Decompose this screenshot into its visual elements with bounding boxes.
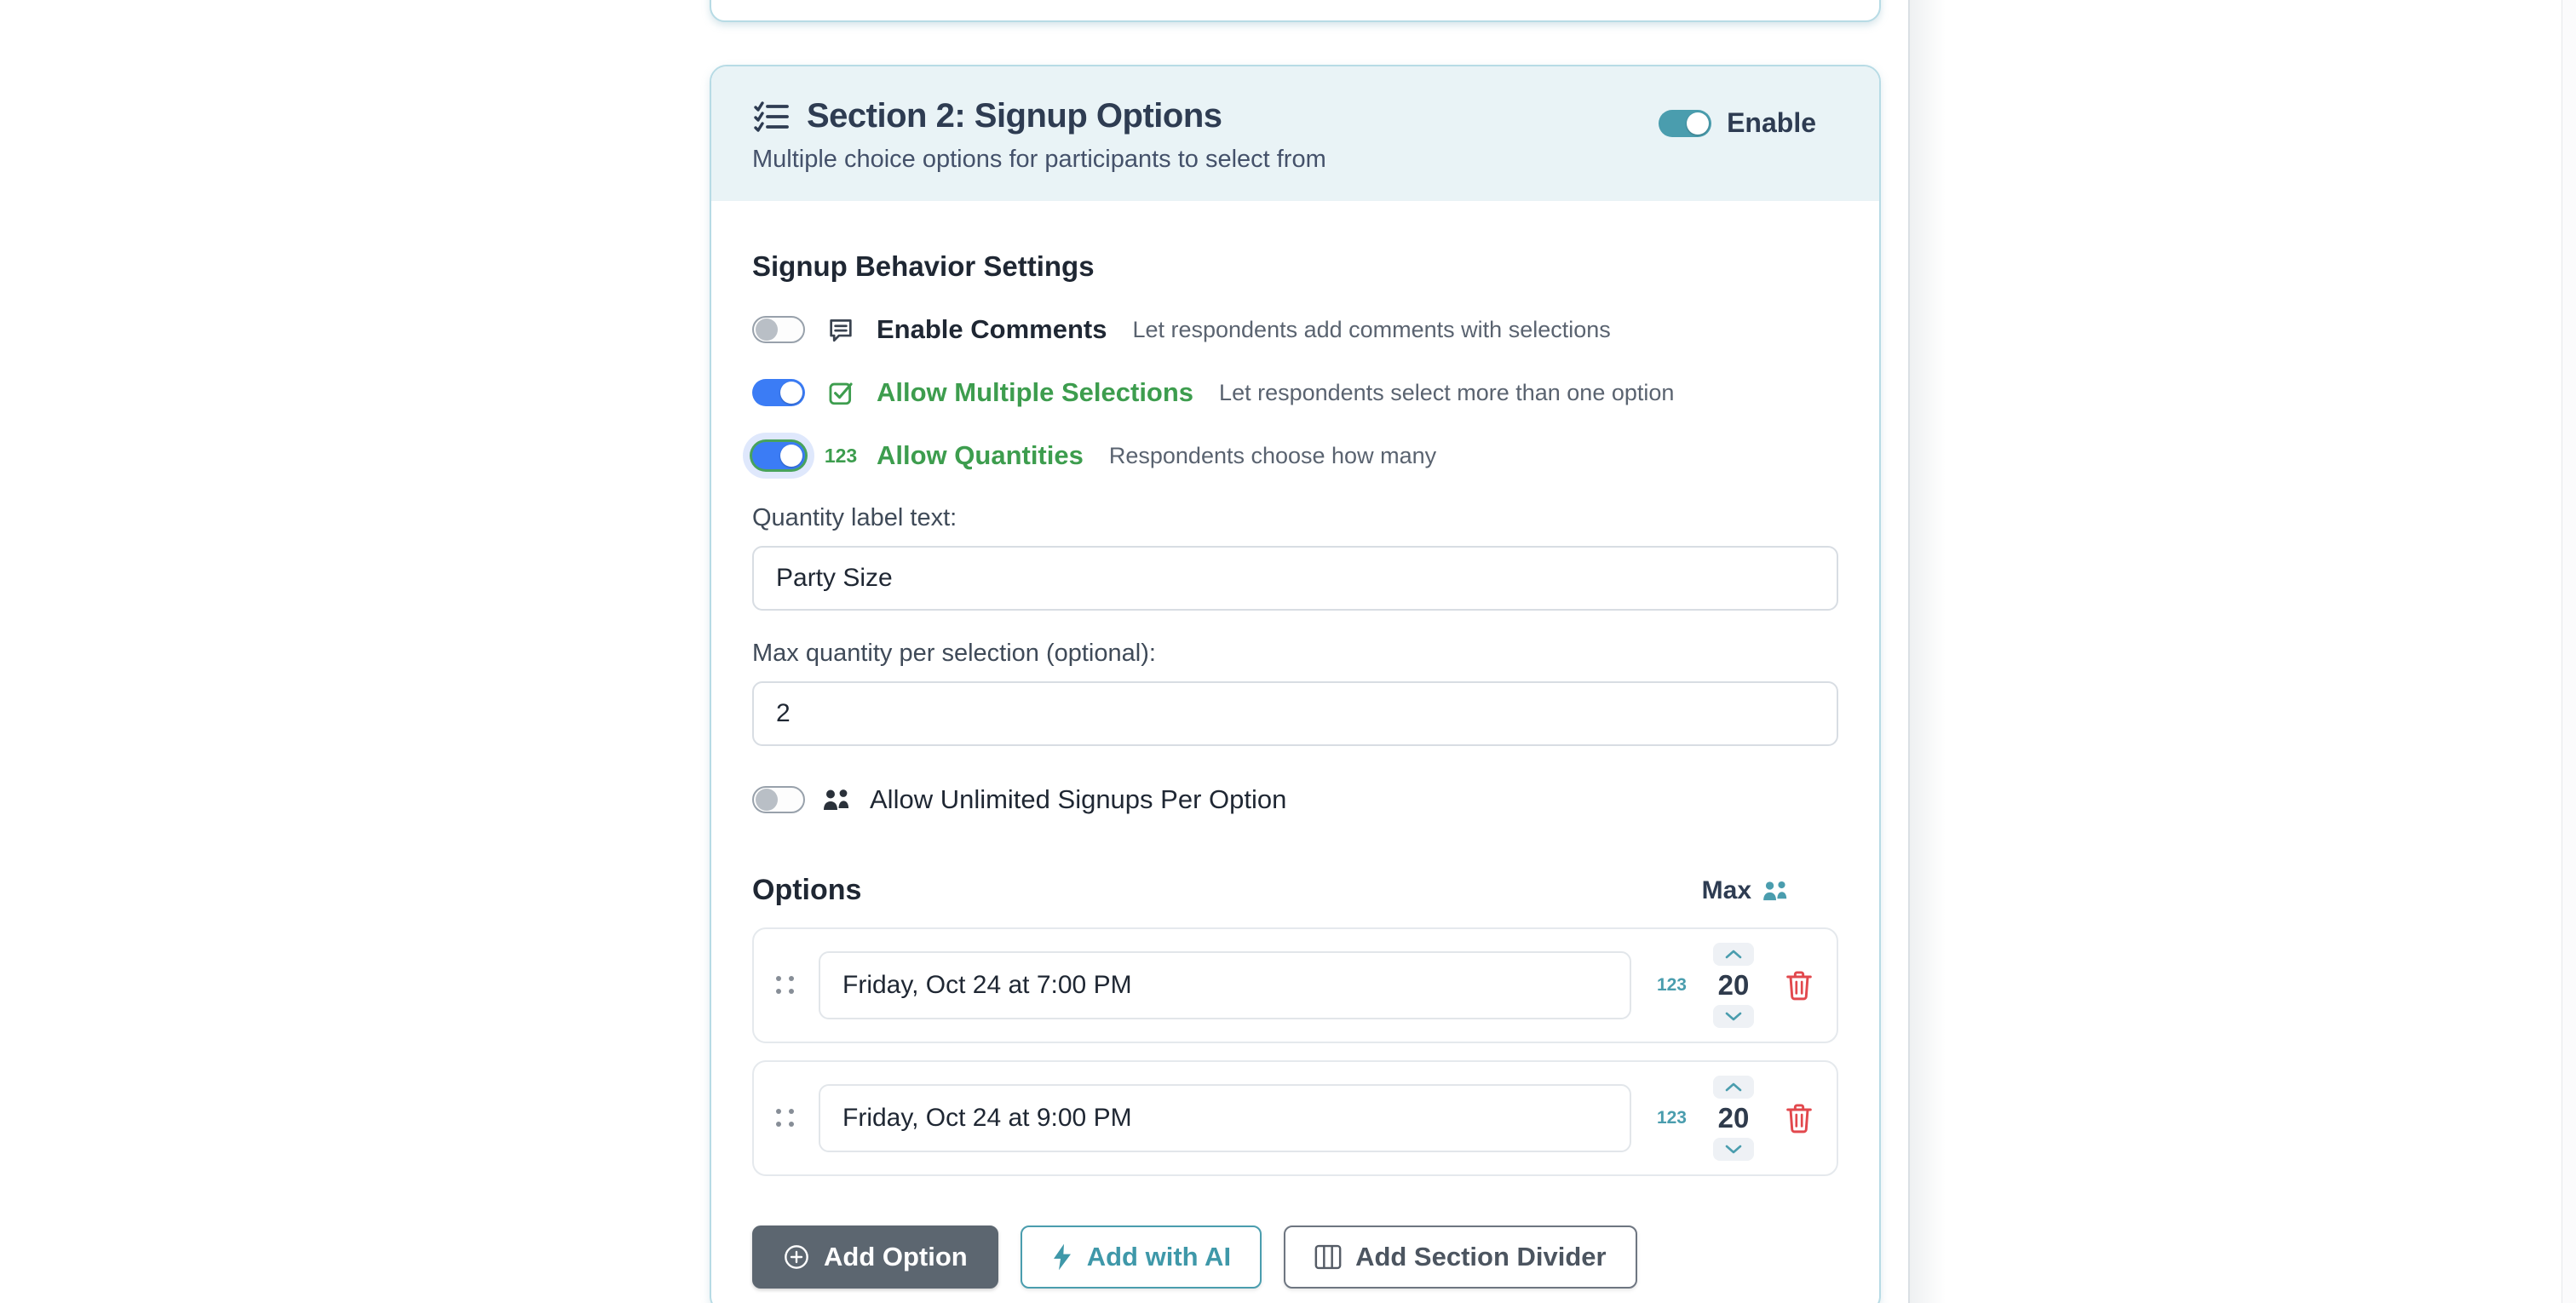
- columns-icon: [1314, 1244, 1342, 1270]
- section-enable-toggle[interactable]: [1659, 110, 1711, 137]
- add-option-button[interactable]: Add Option: [752, 1226, 998, 1289]
- drag-handle-icon[interactable]: [773, 1105, 798, 1131]
- section-2-card: Section 2: Signup Options Multiple choic…: [710, 65, 1881, 1303]
- people-icon-dark: [822, 788, 853, 812]
- toggle-row-allow-quantities: 123 Allow Quantities Respondents choose …: [752, 436, 1838, 475]
- max-quantity-label: Max quantity per selection (optional):: [752, 640, 1838, 668]
- max-quantity-stepper: 20: [1707, 943, 1760, 1028]
- toggle-row-unlimited-signups: Allow Unlimited Signups Per Option: [752, 780, 1838, 819]
- checkbox-check-icon: [822, 378, 860, 407]
- max-quantity-stepper: 20: [1707, 1076, 1760, 1161]
- lightning-bolt-icon: [1051, 1243, 1073, 1271]
- scrollbar-track[interactable]: [2562, 0, 2576, 1303]
- options-heading: Options: [752, 874, 861, 907]
- unlimited-signups-label: Allow Unlimited Signups Per Option: [870, 784, 1286, 815]
- multiple-selections-desc: Let respondents select more than one opt…: [1219, 380, 1674, 406]
- max-quantity-input[interactable]: [752, 681, 1838, 746]
- increment-button[interactable]: [1713, 943, 1754, 966]
- max-column-header: Max: [1702, 876, 1751, 905]
- add-section-divider-label: Add Section Divider: [1355, 1242, 1607, 1272]
- increment-button[interactable]: [1713, 1076, 1754, 1099]
- circle-plus-icon: [783, 1243, 810, 1271]
- multiple-selections-toggle[interactable]: [752, 379, 805, 406]
- previous-section-card-partial: [710, 0, 1881, 22]
- enable-comments-label: Enable Comments: [877, 314, 1107, 345]
- section-title: Section 2: Signup Options: [807, 97, 1222, 135]
- section-subtitle: Multiple choice options for participants…: [752, 146, 1838, 174]
- option-text-input[interactable]: [819, 1084, 1631, 1152]
- section-body: Signup Behavior Settings Enable Comments…: [711, 201, 1879, 1289]
- decrement-button[interactable]: [1713, 1005, 1754, 1028]
- decrement-button[interactable]: [1713, 1138, 1754, 1161]
- page: Section 2: Signup Options Multiple choic…: [0, 0, 2576, 1303]
- max-value: 20: [1718, 970, 1750, 1001]
- quantity-label-text-label: Quantity label text:: [752, 504, 1838, 532]
- checklist-icon: [752, 100, 790, 134]
- section-header: Section 2: Signup Options Multiple choic…: [711, 66, 1879, 201]
- 123-badge-icon: 123: [1657, 1108, 1687, 1128]
- toggle-row-multiple-selections: Allow Multiple Selections Let respondent…: [752, 373, 1838, 412]
- delete-option-button[interactable]: [1782, 1099, 1816, 1137]
- add-with-ai-button[interactable]: Add with AI: [1021, 1226, 1262, 1289]
- behavior-settings-heading: Signup Behavior Settings: [752, 250, 1838, 283]
- max-value: 20: [1718, 1103, 1750, 1134]
- section-enable-label: Enable: [1727, 107, 1816, 139]
- allow-quantities-label: Allow Quantities: [877, 440, 1084, 471]
- option-text-input[interactable]: [819, 951, 1631, 1019]
- comment-icon: [822, 315, 860, 344]
- delete-option-button[interactable]: [1782, 967, 1816, 1004]
- content-column-shadow: [1910, 0, 1946, 1303]
- drag-handle-icon[interactable]: [773, 973, 798, 998]
- 123-icon: 123: [822, 445, 860, 468]
- unlimited-signups-toggle[interactable]: [752, 786, 805, 813]
- form-editor-column: Section 2: Signup Options Multiple choic…: [710, 0, 1881, 1303]
- option-row: 123 20: [752, 927, 1838, 1043]
- people-icon-teal: [1762, 880, 1791, 902]
- enable-comments-desc: Let respondents add comments with select…: [1132, 317, 1610, 343]
- quantity-label-input[interactable]: [752, 546, 1838, 611]
- option-row: 123 20: [752, 1060, 1838, 1176]
- allow-quantities-toggle[interactable]: [752, 442, 805, 469]
- 123-badge-icon: 123: [1657, 975, 1687, 996]
- add-section-divider-button[interactable]: Add Section Divider: [1284, 1226, 1637, 1289]
- add-with-ai-label: Add with AI: [1087, 1242, 1231, 1272]
- multiple-selections-label: Allow Multiple Selections: [877, 377, 1193, 408]
- options-action-buttons: Add Option Add with AI: [752, 1226, 1838, 1289]
- add-option-label: Add Option: [824, 1242, 968, 1272]
- options-header: Options Max: [752, 874, 1838, 907]
- allow-quantities-desc: Respondents choose how many: [1109, 443, 1436, 469]
- enable-comments-toggle[interactable]: [752, 316, 805, 343]
- toggle-row-enable-comments: Enable Comments Let respondents add comm…: [752, 310, 1838, 349]
